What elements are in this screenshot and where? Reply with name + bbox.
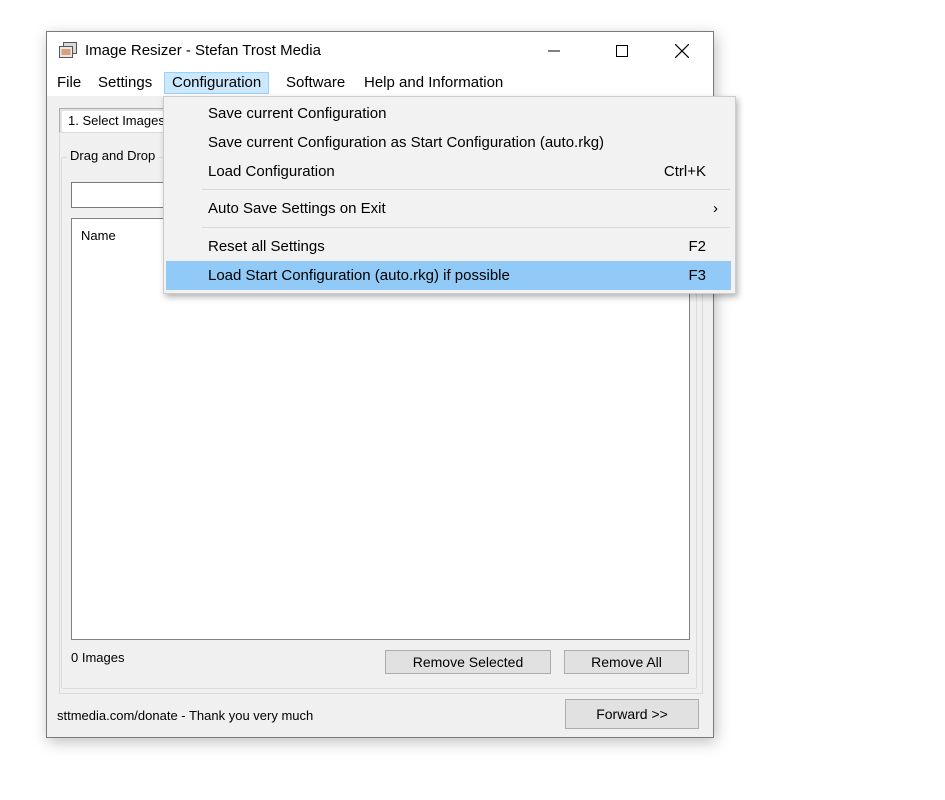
menu-item-label: Load Start Configuration (auto.rkg) if p… bbox=[208, 267, 510, 284]
image-count: 0 Images bbox=[71, 650, 125, 665]
title-bar[interactable]: Image Resizer - Stefan Trost Media bbox=[47, 32, 713, 70]
minimize-icon bbox=[548, 50, 560, 52]
configuration-dropdown-menu: Save current Configuration Save current … bbox=[163, 96, 736, 294]
menu-software[interactable]: Software bbox=[279, 72, 352, 94]
column-header-name[interactable]: Name bbox=[81, 228, 116, 243]
menu-help-and-information[interactable]: Help and Information bbox=[357, 72, 510, 94]
forward-button[interactable]: Forward >> bbox=[565, 699, 699, 729]
menu-item-label: Save current Configuration as Start Conf… bbox=[208, 134, 605, 151]
menu-item-auto-save-settings-on-exit[interactable]: Auto Save Settings on Exit › bbox=[166, 194, 731, 223]
menu-settings[interactable]: Settings bbox=[91, 72, 159, 94]
remove-selected-button[interactable]: Remove Selected bbox=[385, 650, 551, 674]
submenu-arrow-icon: › bbox=[713, 200, 718, 217]
menu-separator bbox=[202, 227, 730, 228]
menu-configuration[interactable]: Configuration bbox=[164, 72, 270, 94]
donate-text: sttmedia.com/donate - Thank you very muc… bbox=[57, 708, 314, 723]
menu-item-reset-all-settings[interactable]: Reset all Settings F2 bbox=[166, 232, 731, 261]
menu-separator bbox=[202, 189, 730, 190]
maximize-icon bbox=[616, 45, 628, 57]
menu-item-shortcut: F3 bbox=[688, 267, 706, 284]
menu-item-save-as-start-configuration[interactable]: Save current Configuration as Start Conf… bbox=[166, 128, 731, 157]
remove-all-button[interactable]: Remove All bbox=[564, 650, 689, 674]
menu-item-save-current-configuration[interactable]: Save current Configuration bbox=[166, 99, 731, 128]
menu-item-load-start-configuration[interactable]: Load Start Configuration (auto.rkg) if p… bbox=[166, 261, 731, 290]
menu-item-shortcut: F2 bbox=[688, 238, 706, 255]
close-icon bbox=[675, 44, 689, 58]
minimize-button[interactable] bbox=[531, 32, 577, 70]
menu-item-label: Save current Configuration bbox=[208, 105, 387, 122]
menu-file[interactable]: File bbox=[50, 72, 88, 94]
app-icon bbox=[59, 42, 77, 58]
menu-item-shortcut: Ctrl+K bbox=[663, 163, 706, 180]
menu-item-label: Reset all Settings bbox=[208, 238, 325, 255]
maximize-button[interactable] bbox=[599, 32, 645, 70]
close-button[interactable] bbox=[659, 32, 705, 70]
window-title: Image Resizer - Stefan Trost Media bbox=[85, 42, 321, 59]
menu-item-load-configuration[interactable]: Load Configuration Ctrl+K bbox=[166, 157, 731, 186]
menu-bar: File Settings Configuration Software Hel… bbox=[47, 70, 713, 96]
menu-item-label: Load Configuration bbox=[208, 163, 335, 180]
menu-item-label: Auto Save Settings on Exit bbox=[208, 200, 386, 217]
group-label: Drag and Drop bbox=[67, 148, 159, 163]
